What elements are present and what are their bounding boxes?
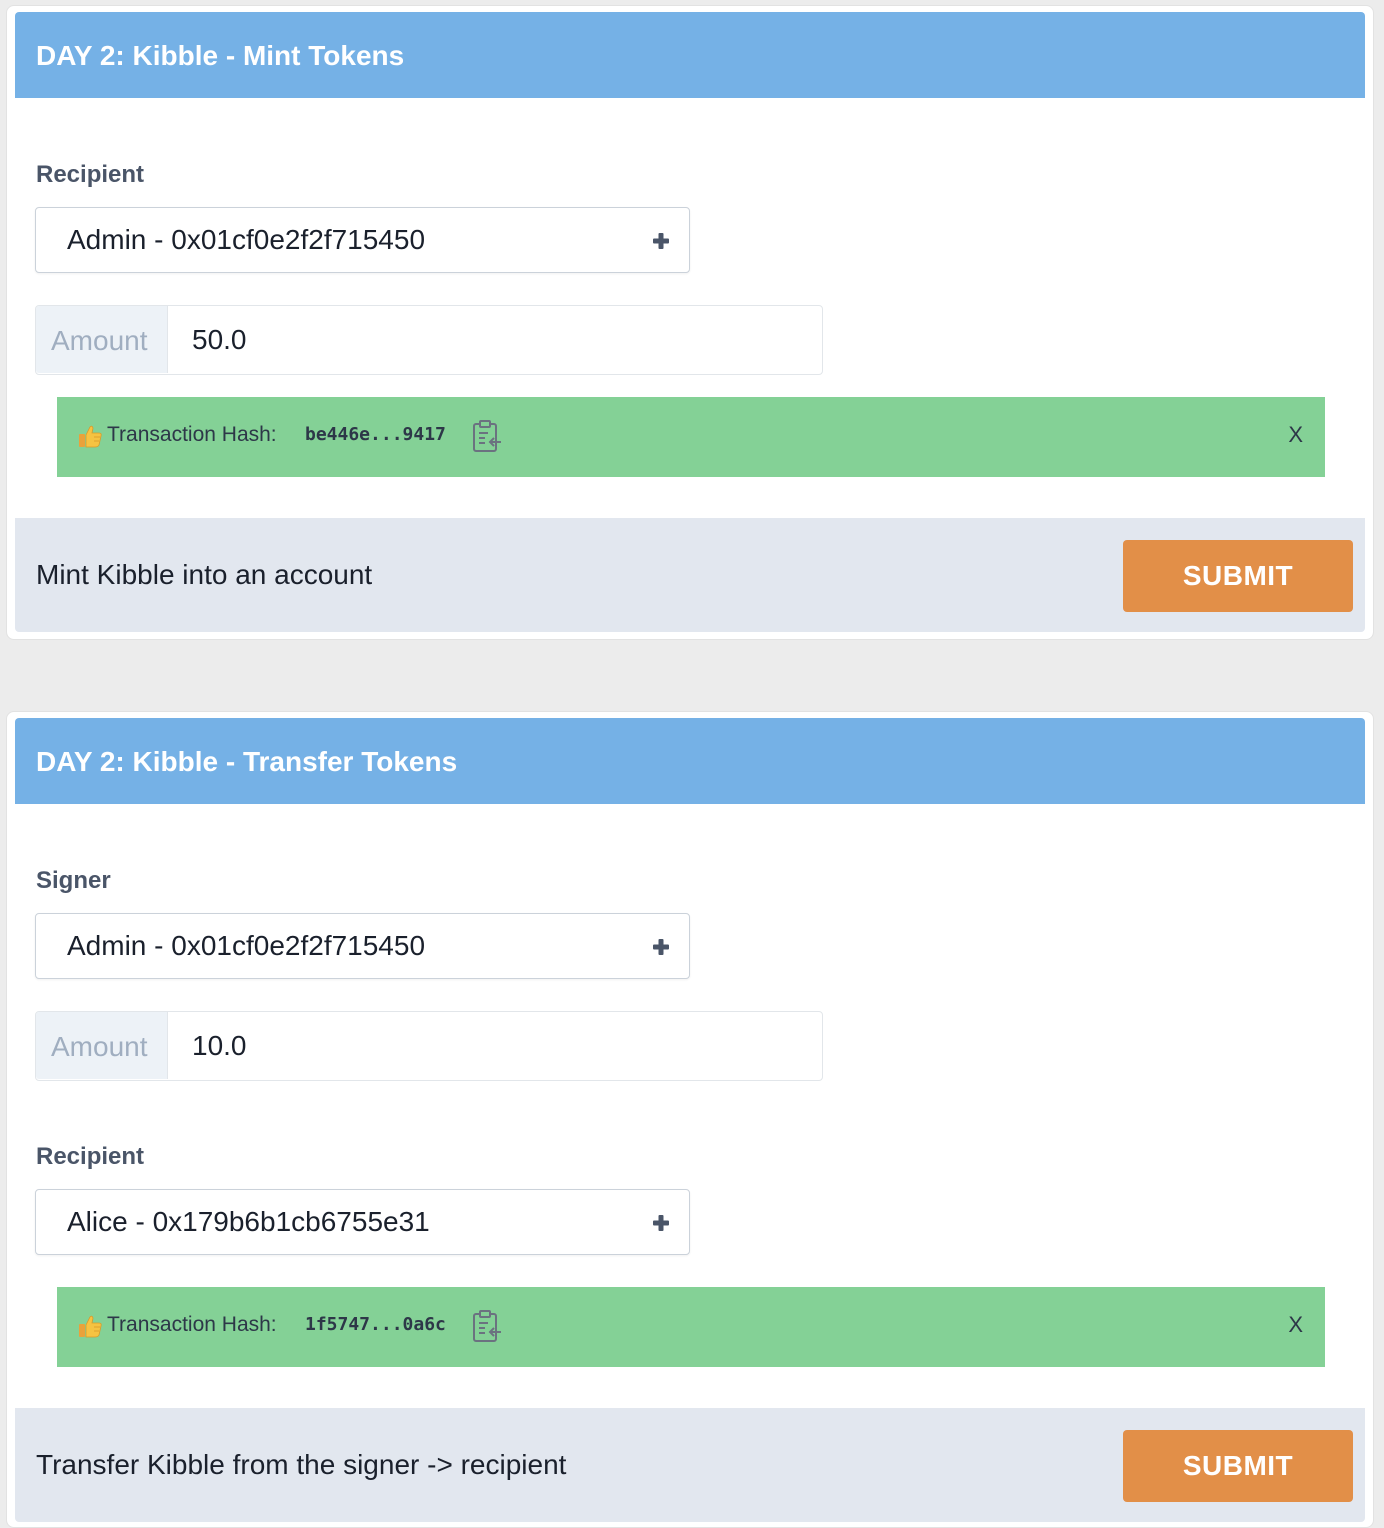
transfer-alert-close-button[interactable]: X [1288,1312,1303,1338]
plus-icon [653,1215,669,1231]
mint-amount-addon-label: Amount [51,325,148,356]
mint-recipient-label: Recipient [36,161,145,188]
clipboard-icon[interactable] [471,419,503,453]
transfer-tokens-card: DAY 2: Kibble - Transfer Tokens Signer A… [6,711,1374,1528]
transfer-amount-addon-label: Amount [51,1031,148,1062]
mint-amount-group: Amount [35,305,823,375]
mint-card-header: DAY 2: Kibble - Mint Tokens [15,12,1365,98]
mint-success-alert: Transaction Hash: be446e...9417 X [57,397,1325,477]
transfer-card-title: DAY 2: Kibble - Transfer Tokens [36,746,458,777]
mint-alert-label: Transaction Hash: [107,423,277,446]
mint-submit-button[interactable]: SUBMIT [1123,540,1353,612]
transfer-signer-value: Admin - 0x01cf0e2f2f715450 [67,930,426,961]
transfer-card-footer: Transfer Kibble from the signer -> recip… [15,1408,1365,1522]
transfer-recipient-value: Alice - 0x179b6b1cb6755e31 [67,1206,430,1237]
mint-amount-addon: Amount [36,306,168,373]
mint-alert-close-button[interactable]: X [1288,422,1303,448]
transfer-amount-addon: Amount [36,1012,168,1079]
transfer-submit-button[interactable]: SUBMIT [1123,1430,1353,1502]
plus-icon [653,233,669,249]
mint-amount-input[interactable] [169,306,822,373]
transfer-footer-description: Transfer Kibble from the signer -> recip… [36,1449,567,1480]
transfer-recipient-label: Recipient [36,1143,145,1170]
mint-card-footer: Mint Kibble into an account SUBMIT [15,518,1365,632]
thumbs-up-icon [79,425,102,448]
thumbs-up-icon [79,1315,102,1338]
transfer-alert-label: Transaction Hash: [107,1313,277,1336]
transfer-recipient-select[interactable]: Alice - 0x179b6b1cb6755e31 [35,1189,690,1255]
mint-footer-description: Mint Kibble into an account [36,559,373,590]
mint-tokens-card: DAY 2: Kibble - Mint Tokens Recipient Ad… [6,5,1374,640]
mint-recipient-value: Admin - 0x01cf0e2f2f715450 [67,224,426,255]
transfer-amount-group: Amount [35,1011,823,1081]
transfer-signer-select[interactable]: Admin - 0x01cf0e2f2f715450 [35,913,690,979]
mint-recipient-select[interactable]: Admin - 0x01cf0e2f2f715450 [35,207,690,273]
transfer-card-header: DAY 2: Kibble - Transfer Tokens [15,718,1365,804]
mint-card-title: DAY 2: Kibble - Mint Tokens [36,40,405,71]
transfer-transaction-hash: 1f5747...0a6c [305,1314,446,1335]
transfer-signer-label: Signer [36,867,111,894]
mint-transaction-hash: be446e...9417 [305,424,446,445]
transfer-amount-input[interactable] [169,1012,822,1079]
plus-icon [653,939,669,955]
clipboard-icon[interactable] [471,1309,503,1343]
transfer-success-alert: Transaction Hash: 1f5747...0a6c X [57,1287,1325,1367]
